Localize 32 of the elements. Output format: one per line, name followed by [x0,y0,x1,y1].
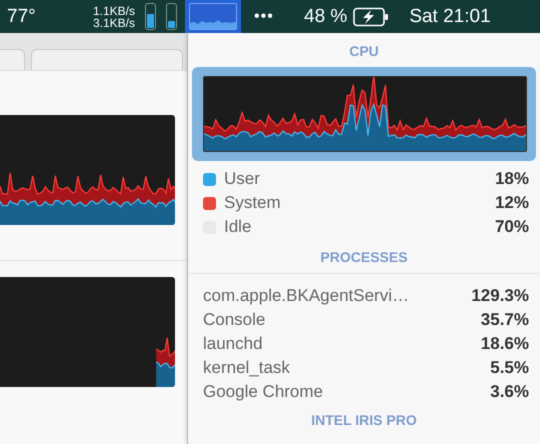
gpu-heading: INTEL IRIS PRO [311,411,417,430]
legend-label: System [224,193,281,213]
legend-value: 70% [494,217,529,237]
battery-icon[interactable] [353,6,390,26]
process-cpu-usage: 129.3% [471,286,529,306]
level-gauge[interactable] [145,3,156,30]
legend-value: 12% [494,193,529,213]
process-name: launchd [203,334,263,354]
process-name: kernel_task [203,358,290,378]
legend-value: 18% [494,169,529,189]
process-cpu-usage: 35.7% [480,310,529,330]
more-menu[interactable]: ••• [254,8,294,26]
temperature-reading[interactable]: 77° [7,6,73,28]
process-name: Google Chrome [203,382,324,402]
process-cpu-usage: 3.6% [490,382,529,402]
cpu-section-highlight[interactable] [192,67,536,161]
level-gauge[interactable] [166,3,177,30]
clock[interactable]: Sat 21:01 [409,6,491,28]
cpu-heading: CPU [349,42,379,61]
process-cpu-usage: 5.5% [490,358,529,378]
legend-label: Idle [224,217,252,237]
process-cpu-usage: 18.6% [480,334,529,354]
legend-label: User [224,169,260,189]
network-upload-speed: 1.1KB/s [92,4,135,16]
network-download-speed: 3.1KB/s [92,16,135,28]
battery-percentage: 48 % [304,6,348,28]
graph-icon [189,3,237,30]
process-name: com.apple.BKAgentServi… [203,286,409,306]
process-name: Console [203,310,266,330]
cpu-menu-item[interactable] [185,0,241,33]
user-usage-area [156,361,175,387]
processes-heading: PROCESSES [320,248,408,267]
